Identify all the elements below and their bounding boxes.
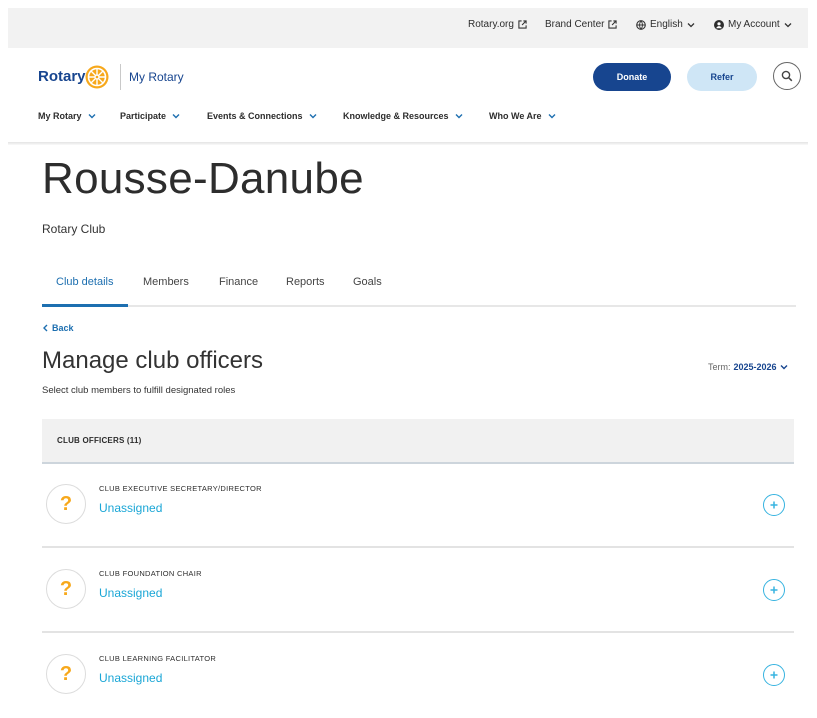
account-label: My Account [728,19,780,30]
back-link[interactable]: Back [43,323,74,333]
site-name[interactable]: My Rotary [129,70,184,84]
chevron-left-icon [43,324,48,332]
chevron-down-icon [172,114,180,119]
plus-icon [770,671,778,679]
officer-status[interactable]: Unassigned [99,671,162,685]
external-link-icon [608,20,618,29]
header-divider [8,142,808,145]
logo-divider [120,64,121,90]
page-title: Rousse-Danube [42,154,364,203]
tab-club-details[interactable]: Club details [56,276,113,288]
officers-header: CLUB OFFICERS (11) [42,419,794,464]
tab-finance[interactable]: Finance [219,276,258,288]
unassigned-avatar-icon: ? [46,654,86,694]
officer-status[interactable]: Unassigned [99,586,162,600]
nav-item-events-connections[interactable]: Events & Connections [207,111,317,121]
tab-goals[interactable]: Goals [353,276,382,288]
officer-role: CLUB LEARNING FACILITATOR [99,654,217,663]
brand-center-link[interactable]: Brand Center [545,19,618,30]
globe-icon [636,19,646,30]
term-value: 2025-2026 [733,362,777,372]
officer-status[interactable]: Unassigned [99,501,162,515]
nav-item-label: Who We Are [489,111,542,121]
add-officer-button[interactable] [763,579,785,601]
plus-icon [770,501,778,509]
language-selector[interactable]: English [636,19,695,30]
language-label: English [650,19,683,30]
club-type: Rotary Club [42,222,106,236]
chevron-down-icon [309,114,317,119]
section-subtitle: Select club members to fulfill designate… [42,385,236,396]
unassigned-avatar-icon: ? [46,569,86,609]
officers-header-label: CLUB OFFICERS (11) [57,436,142,445]
nav-item-participate[interactable]: Participate [120,111,180,121]
plus-icon [770,586,778,594]
user-icon [714,19,724,30]
donate-button[interactable]: Donate [593,63,671,91]
search-button[interactable] [773,62,801,90]
chevron-down-icon [548,114,556,119]
rotary-org-link[interactable]: Rotary.org [468,19,527,30]
nav-item-label: Events & Connections [207,111,303,121]
nav-item-my-rotary[interactable]: My Rotary [38,111,96,121]
account-menu[interactable]: My Account [714,19,792,30]
rotary-logo-text[interactable]: Rotary [38,68,86,85]
refer-button[interactable]: Refer [687,63,757,91]
tab-reports[interactable]: Reports [286,276,325,288]
rotary-org-label: Rotary.org [468,19,514,30]
officer-row: ? CLUB EXECUTIVE SECRETARY/DIRECTOR Unas… [42,466,794,548]
rotary-wheel-icon [85,65,109,89]
chevron-down-icon [88,114,96,119]
add-officer-button[interactable] [763,494,785,516]
back-label: Back [52,323,74,333]
tabs-divider [42,305,796,307]
tab-members[interactable]: Members [143,276,189,288]
active-tab-indicator [42,304,128,307]
external-link-icon [518,20,527,29]
officer-row: ? CLUB FOUNDATION CHAIR Unassigned [42,551,794,633]
chevron-down-icon [687,22,695,27]
chevron-down-icon [784,22,792,27]
nav-item-knowledge-resources[interactable]: Knowledge & Resources [343,111,463,121]
chevron-down-icon [455,114,463,119]
nav-item-label: Knowledge & Resources [343,111,449,121]
term-label: Term: [708,362,731,372]
nav-item-who-we-are[interactable]: Who We Are [489,111,556,121]
nav-item-label: My Rotary [38,111,82,121]
officer-role: CLUB EXECUTIVE SECRETARY/DIRECTOR [99,484,262,493]
section-title: Manage club officers [42,347,264,374]
officer-role: CLUB FOUNDATION CHAIR [99,569,202,578]
nav-item-label: Participate [120,111,167,121]
officer-row: ? CLUB LEARNING FACILITATOR Unassigned [42,636,794,718]
brand-center-label: Brand Center [545,19,605,30]
search-icon [781,70,793,82]
chevron-down-icon [780,365,788,370]
add-officer-button[interactable] [763,664,785,686]
unassigned-avatar-icon: ? [46,484,86,524]
term-selector[interactable]: Term: 2025-2026 [708,362,788,372]
